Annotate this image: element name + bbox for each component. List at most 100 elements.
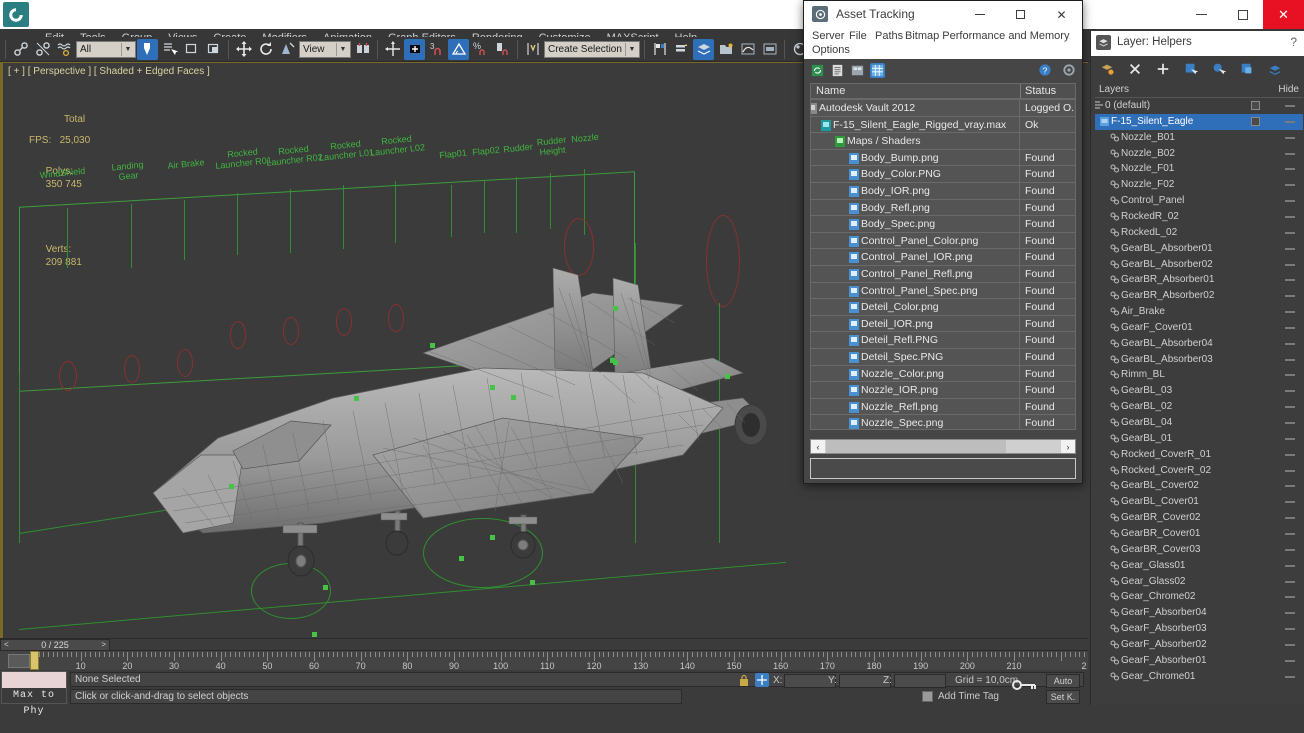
layer-hide-dash[interactable] (1285, 628, 1295, 631)
column-divider[interactable] (1020, 84, 1021, 98)
layer-row[interactable]: RockedR_02 (1095, 209, 1303, 225)
asset-menu-options[interactable]: Options (812, 44, 850, 56)
layer-row[interactable]: GearBL_Absorber02 (1095, 257, 1303, 273)
layer-hide-dash[interactable] (1285, 184, 1295, 187)
coord-z-field[interactable] (894, 674, 946, 688)
max-to-physical-button[interactable]: Max to Phy (1, 671, 67, 717)
add-time-tag-button[interactable]: Add Time Tag (938, 691, 999, 702)
asset-row[interactable]: Body_Spec.png Found (811, 216, 1075, 234)
layer-hide-dash[interactable] (1285, 231, 1295, 234)
layer-row[interactable]: GearF_Cover01 (1095, 320, 1303, 336)
layer-row[interactable]: GearBL_Cover01 (1095, 494, 1303, 510)
select-highlight-icon[interactable] (1211, 61, 1227, 77)
asset-menu-file[interactable]: File (849, 30, 867, 42)
layer-hide-dash[interactable] (1285, 501, 1295, 504)
set-key-button[interactable]: Set K. (1046, 690, 1080, 704)
layer-hide-dash[interactable] (1285, 311, 1295, 314)
rectangular-region-icon[interactable] (181, 39, 202, 60)
delete-layer-icon[interactable] (1127, 61, 1143, 77)
use-pivot-center-icon[interactable] (352, 39, 373, 60)
chevron-down-icon[interactable]: ▼ (336, 42, 349, 56)
time-tag-icon[interactable] (922, 691, 933, 702)
container-explorer-icon[interactable] (715, 39, 736, 60)
asset-row[interactable]: Nozzle_Spec.png Found (811, 415, 1075, 429)
named-selection-sets-dropdown[interactable]: Create Selection S ▼ (544, 40, 640, 58)
layer-manager-panel[interactable]: Layer: Helpers ? Layers Hide 0 (default)… (1090, 31, 1304, 705)
layer-row-selected[interactable]: F-15_Silent_Eagle (1095, 113, 1303, 130)
layer-row[interactable]: GearBL_04 (1095, 415, 1303, 431)
layer-hide-dash[interactable] (1285, 612, 1295, 615)
grid-view-icon[interactable] (870, 62, 885, 78)
lock-selection-icon[interactable] (738, 674, 750, 687)
layer-row[interactable]: GearBL_Absorber03 (1095, 352, 1303, 368)
asset-row[interactable]: Body_Color.PNG Found (811, 166, 1075, 184)
layer-row[interactable]: GearBL_Absorber04 (1095, 336, 1303, 352)
asset-col-status[interactable]: Status (1025, 85, 1056, 97)
asset-row[interactable]: Nozzle_Color.png Found (811, 365, 1075, 383)
asset-minimize-button[interactable] (959, 1, 1000, 28)
layer-row[interactable]: Rocked_CoverR_02 (1095, 463, 1303, 479)
layer-hide-dash[interactable] (1285, 168, 1295, 171)
window-close-button[interactable]: ✕ (1263, 0, 1304, 29)
layer-row[interactable]: GearBL_Absorber01 (1095, 241, 1303, 257)
asset-row[interactable]: Deteil_Refl.PNG Found (811, 332, 1075, 350)
layer-hide-dash[interactable] (1285, 596, 1295, 599)
layer-hide-dash[interactable] (1285, 580, 1295, 583)
layer-hide-dash[interactable] (1285, 517, 1295, 520)
asset-row[interactable]: Control_Panel_Color.png Found (811, 232, 1075, 250)
settings-icon[interactable] (1061, 63, 1076, 78)
asset-menu-server[interactable]: Server (812, 30, 844, 42)
time-slider-handle[interactable] (30, 651, 39, 670)
select-rotate-icon[interactable] (255, 39, 276, 60)
mirror-icon[interactable] (382, 39, 403, 60)
layer-hide-dash[interactable] (1285, 120, 1295, 123)
layer-hide-dash[interactable] (1285, 342, 1295, 345)
asset-row[interactable]: Body_Bump.png Found (811, 149, 1075, 167)
key-mode-icon[interactable] (1010, 676, 1038, 694)
asset-row[interactable]: Control_Panel_Spec.png Found (811, 282, 1075, 300)
layer-hide-dash[interactable] (1285, 105, 1295, 107)
layer-row[interactable]: Nozzle_B01 (1095, 130, 1303, 146)
select-objects-icon[interactable] (1183, 61, 1199, 77)
highlight-selected-icon[interactable] (1239, 61, 1255, 77)
layer-row[interactable]: 0 (default) (1095, 98, 1303, 114)
asset-row[interactable]: F-15_Silent_Eagle_Rigged_vray.max Ok (811, 116, 1075, 134)
layer-hide-dash[interactable] (1285, 263, 1295, 266)
edit-named-selection-icon[interactable] (522, 39, 543, 60)
layer-row[interactable]: Nozzle_F01 (1095, 161, 1303, 177)
layer-row[interactable]: Air_Brake (1095, 304, 1303, 320)
layer-hide-dash[interactable] (1285, 659, 1295, 662)
scroll-right-arrow[interactable]: › (1061, 440, 1075, 453)
bind-spacewarp-icon[interactable] (54, 39, 75, 60)
layer-hide-dash[interactable] (1285, 200, 1295, 203)
layer-row[interactable]: Nozzle_B02 (1095, 146, 1303, 162)
layer-hide-dash[interactable] (1285, 422, 1295, 424)
layer-hide-dash[interactable] (1285, 215, 1295, 218)
layer-hide-dash[interactable] (1285, 675, 1295, 678)
asset-row[interactable]: Body_IOR.png Found (811, 183, 1075, 200)
asset-row[interactable]: Maps / Shaders (811, 133, 1075, 151)
chevron-down-icon[interactable]: ▼ (121, 42, 134, 56)
thumbnail-view-icon[interactable] (850, 63, 865, 78)
asset-tracking-dialog[interactable]: Asset Tracking ✕ Server File Paths Bitma… (803, 0, 1083, 484)
layer-hide-dash[interactable] (1285, 247, 1295, 250)
layer-row[interactable]: GearBR_Cover03 (1095, 542, 1303, 558)
layer-hide-dash[interactable] (1285, 390, 1295, 393)
asset-row[interactable]: Autodesk Vault 2012 Logged O... (811, 100, 1075, 117)
layer-hide-dash[interactable] (1285, 548, 1295, 551)
layer-hide-dash[interactable] (1285, 152, 1295, 155)
layer-hide-dash[interactable] (1285, 437, 1295, 440)
prev-frame-arrow[interactable]: < (4, 640, 9, 650)
layer-row[interactable]: GearBL_Cover02 (1095, 478, 1303, 494)
asset-row[interactable]: Deteil_Color.png Found (811, 299, 1075, 317)
list-view-icon[interactable] (830, 63, 845, 78)
schematic-view-icon[interactable] (759, 39, 780, 60)
select-by-name-icon[interactable] (159, 39, 180, 60)
layer-row[interactable]: GearF_Absorber01 (1095, 653, 1303, 669)
layer-row[interactable]: RockedL_02 (1095, 225, 1303, 241)
curve-editor-icon[interactable] (737, 39, 758, 60)
hide-unhide-icon[interactable] (1267, 61, 1283, 77)
layer-row[interactable]: Nozzle_F02 (1095, 177, 1303, 193)
f15-jet-model[interactable] (123, 193, 823, 633)
percent-snap-icon[interactable]: % (470, 39, 491, 60)
